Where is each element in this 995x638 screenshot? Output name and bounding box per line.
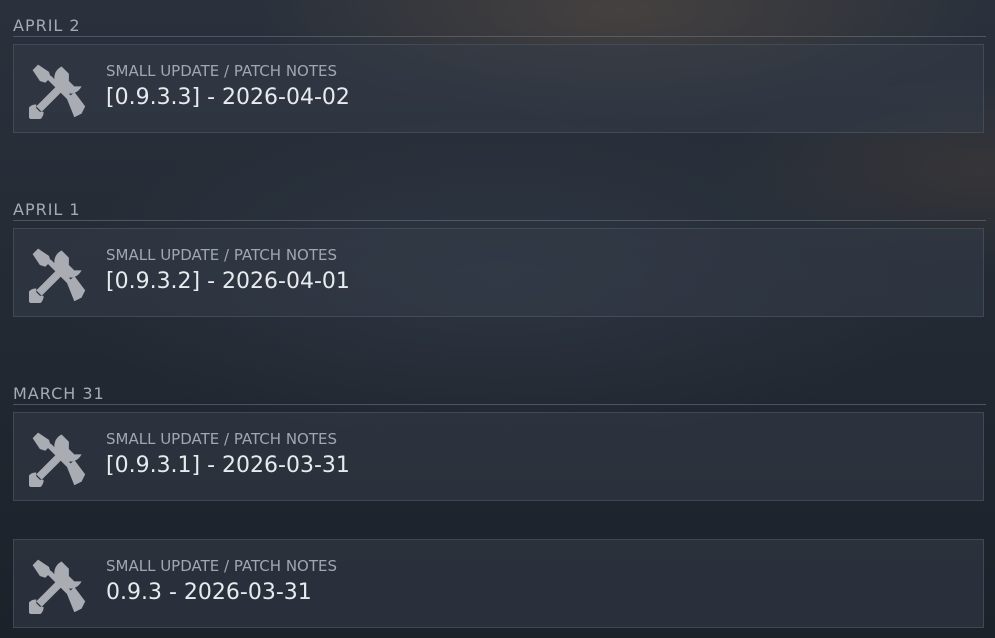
date-header: APRIL 2 [13, 16, 986, 37]
tools-icon [29, 556, 87, 614]
event-card[interactable]: SMALL UPDATE / PATCH NOTES [0.9.3.3] - 2… [13, 44, 984, 133]
date-label: MARCH 31 [13, 384, 105, 403]
date-header: MARCH 31 [13, 384, 986, 405]
event-type-label: SMALL UPDATE / PATCH NOTES [106, 430, 338, 448]
event-title[interactable]: 0.9.3 - 2026-03-31 [106, 580, 312, 605]
event-card[interactable]: SMALL UPDATE / PATCH NOTES 0.9.3 - 2026-… [13, 539, 984, 628]
tools-icon [29, 429, 87, 487]
event-card[interactable]: SMALL UPDATE / PATCH NOTES [0.9.3.1] - 2… [13, 412, 984, 501]
date-label: APRIL 1 [13, 200, 81, 219]
event-type-label: SMALL UPDATE / PATCH NOTES [106, 246, 338, 264]
event-title[interactable]: [0.9.3.2] - 2026-04-01 [106, 269, 350, 294]
tools-icon [29, 245, 87, 303]
tools-icon [29, 61, 87, 119]
event-type-label: SMALL UPDATE / PATCH NOTES [106, 557, 338, 575]
event-type-label: SMALL UPDATE / PATCH NOTES [106, 62, 338, 80]
date-label: APRIL 2 [13, 16, 81, 35]
event-card[interactable]: SMALL UPDATE / PATCH NOTES [0.9.3.2] - 2… [13, 228, 984, 317]
date-header: APRIL 1 [13, 200, 986, 221]
event-title[interactable]: [0.9.3.1] - 2026-03-31 [106, 453, 350, 478]
event-title[interactable]: [0.9.3.3] - 2026-04-02 [106, 85, 350, 110]
